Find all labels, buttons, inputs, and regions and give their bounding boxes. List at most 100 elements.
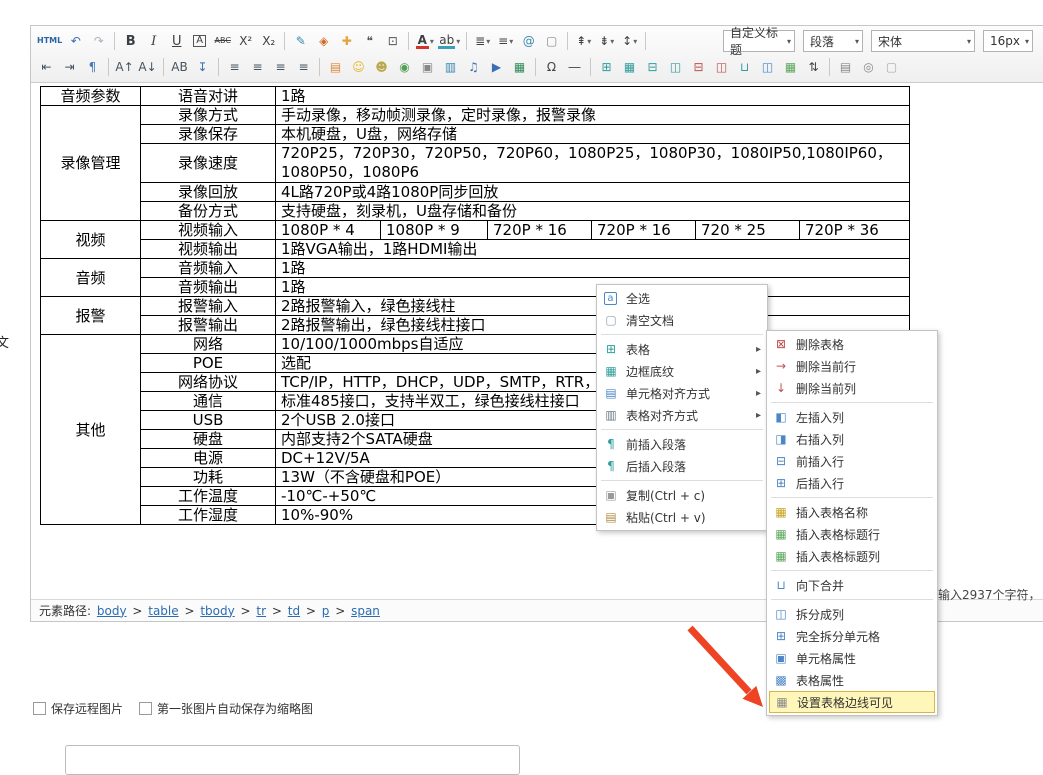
- insert-code-icon[interactable]: ⊡: [382, 31, 403, 52]
- menu-item-insert-paragraph-before[interactable]: ¶前插入段落: [599, 433, 765, 455]
- menu-item-border-shading[interactable]: ▦边框底纹▸: [599, 360, 765, 382]
- spec-cell[interactable]: 电源: [141, 449, 276, 468]
- unordered-list-icon[interactable]: ≡▾: [495, 31, 516, 52]
- background-color-icon[interactable]: ab▾: [437, 31, 461, 52]
- spec-cell[interactable]: 4L路720P或4路1080P同步回放: [276, 183, 910, 202]
- spec-cell[interactable]: 报警输入: [141, 297, 276, 316]
- spec-cell[interactable]: 1路: [276, 278, 910, 297]
- outdent-icon[interactable]: ⇤: [36, 57, 57, 78]
- menu-item-table[interactable]: ⊞表格▸: [599, 338, 765, 360]
- path-link-body[interactable]: body: [97, 604, 127, 618]
- spec-cell[interactable]: 报警输出: [141, 316, 276, 335]
- chart-icon[interactable]: ▦: [509, 57, 530, 78]
- font-size-down-icon[interactable]: A↓: [137, 57, 158, 78]
- spec-cell[interactable]: 视频: [41, 221, 141, 259]
- map-icon[interactable]: ◉: [394, 57, 415, 78]
- line-height-icon[interactable]: ↕▾: [619, 31, 640, 52]
- superscript-icon[interactable]: X²: [235, 31, 256, 52]
- auto-typeset-icon[interactable]: @: [518, 31, 539, 52]
- submenu-item-split-cell-completely[interactable]: ⊞完全拆分单元格: [769, 625, 935, 647]
- path-link-tr[interactable]: tr: [256, 604, 266, 618]
- font-family-select[interactable]: 宋体▾: [871, 30, 975, 52]
- table-title-icon[interactable]: ▦: [780, 57, 801, 78]
- underline-icon[interactable]: U: [166, 31, 187, 52]
- spec-cell[interactable]: 录像速度: [141, 144, 276, 183]
- spec-cell[interactable]: 视频输出: [141, 240, 276, 259]
- video-icon[interactable]: ▶: [486, 57, 507, 78]
- spec-cell[interactable]: 录像方式: [141, 106, 276, 125]
- insert-table-icon[interactable]: ⊞: [596, 57, 617, 78]
- delete-row-icon[interactable]: ⊟: [688, 57, 709, 78]
- spec-cell[interactable]: 音频输入: [141, 259, 276, 278]
- submenu-item-split-to-cols[interactable]: ◫拆分成列: [769, 603, 935, 625]
- paragraph-select[interactable]: 段落▾: [803, 30, 863, 52]
- table-sort-icon[interactable]: ⇅: [803, 57, 824, 78]
- letter-spacing-icon[interactable]: AB: [169, 57, 190, 78]
- spec-cell[interactable]: 功耗: [141, 468, 276, 487]
- ordered-list-icon[interactable]: ≣▾: [472, 31, 493, 52]
- submenu-item-insert-col-right[interactable]: ◨右插入列: [769, 428, 935, 450]
- first-image-thumbnail-checkbox[interactable]: [139, 702, 152, 715]
- menu-item-select-all[interactable]: a全选: [599, 287, 765, 309]
- spec-cell[interactable]: 1路VGA输出，1路HDMI输出: [276, 240, 910, 259]
- omega-icon[interactable]: Ω: [541, 57, 562, 78]
- submenu-item-cell-properties[interactable]: ▣单元格属性: [769, 647, 935, 669]
- split-cells-icon[interactable]: ◫: [757, 57, 778, 78]
- auto-clear-icon[interactable]: ✚: [336, 31, 357, 52]
- spec-cell[interactable]: 1路: [276, 259, 910, 278]
- submenu-item-insert-col-left[interactable]: ◧左插入列: [769, 406, 935, 428]
- spec-cell[interactable]: 工作湿度: [141, 506, 276, 525]
- anchor-icon[interactable]: ↧: [192, 57, 213, 78]
- spec-cell[interactable]: 网络: [141, 335, 276, 354]
- scrawl-icon[interactable]: ☻: [371, 57, 392, 78]
- format-brush-icon[interactable]: ✎: [290, 31, 311, 52]
- align-right-icon[interactable]: ≡: [270, 57, 291, 78]
- spec-cell[interactable]: 音频输出: [141, 278, 276, 297]
- delete-col-icon[interactable]: ◫: [711, 57, 732, 78]
- justify-icon[interactable]: ≡: [293, 57, 314, 78]
- book-icon[interactable]: ▥: [440, 57, 461, 78]
- spec-cell[interactable]: 语音对讲: [141, 87, 276, 106]
- word-image-icon[interactable]: ▢: [541, 31, 562, 52]
- custom-title-select[interactable]: 自定义标题▾: [723, 30, 795, 52]
- spec-cell[interactable]: 音频: [41, 259, 141, 297]
- menu-item-clear-document[interactable]: ▢清空文档: [599, 309, 765, 331]
- path-link-td[interactable]: td: [288, 604, 300, 618]
- spec-cell[interactable]: 1080P * 4: [276, 221, 381, 240]
- screenshot-icon[interactable]: ▣: [417, 57, 438, 78]
- spec-cell[interactable]: 1路: [276, 87, 910, 106]
- search-replace-icon[interactable]: ▢: [881, 57, 902, 78]
- partial-input-box[interactable]: [65, 745, 520, 775]
- spec-cell[interactable]: 手动录像，移动帧测录像，定时录像，报警录像: [276, 106, 910, 125]
- spec-cell[interactable]: 录像保存: [141, 125, 276, 144]
- spec-cell[interactable]: 720P * 16: [592, 221, 696, 240]
- submenu-item-insert-table-caption[interactable]: ▦插入表格名称: [769, 501, 935, 523]
- remove-format-icon[interactable]: ◈: [313, 31, 334, 52]
- first-line-indent-icon[interactable]: ¶: [82, 57, 103, 78]
- align-left-icon[interactable]: ≡: [224, 57, 245, 78]
- merge-cells-icon[interactable]: ⊔: [734, 57, 755, 78]
- font-size-select[interactable]: 16px▾: [983, 30, 1033, 52]
- spec-cell[interactable]: 工作温度: [141, 487, 276, 506]
- spec-cell[interactable]: 720 * 25: [696, 221, 800, 240]
- submenu-item-insert-row-after[interactable]: ⊞后插入行: [769, 472, 935, 494]
- spec-cell[interactable]: POE: [141, 354, 276, 373]
- paragraph-spacing-top-icon[interactable]: ⇞▾: [573, 31, 594, 52]
- spec-cell[interactable]: 1080P * 9: [381, 221, 488, 240]
- italic-icon[interactable]: I: [143, 31, 164, 52]
- music-icon[interactable]: ♫: [463, 57, 484, 78]
- spec-cell[interactable]: 2路报警输入，绿色接线柱: [276, 297, 910, 316]
- spec-cell[interactable]: 720P * 16: [488, 221, 592, 240]
- submenu-item-table-properties[interactable]: ▩表格属性: [769, 669, 935, 691]
- path-link-tbody[interactable]: tbody: [200, 604, 234, 618]
- spec-cell[interactable]: 硬盘: [141, 430, 276, 449]
- undo-icon[interactable]: ↶: [65, 31, 86, 52]
- spec-cell[interactable]: 720P25，720P30，720P50，720P60，1080P25，1080…: [276, 144, 910, 183]
- submenu-item-set-table-border-visible[interactable]: ▦设置表格边线可见: [769, 691, 935, 713]
- spec-cell[interactable]: 720P * 36: [800, 221, 910, 240]
- path-link-span[interactable]: span: [351, 604, 380, 618]
- bold-icon[interactable]: B: [120, 31, 141, 52]
- spec-cell[interactable]: 录像回放: [141, 183, 276, 202]
- emoji-icon[interactable]: ☺: [348, 57, 369, 78]
- spec-cell[interactable]: 本机硬盘，U盘，网络存储: [276, 125, 910, 144]
